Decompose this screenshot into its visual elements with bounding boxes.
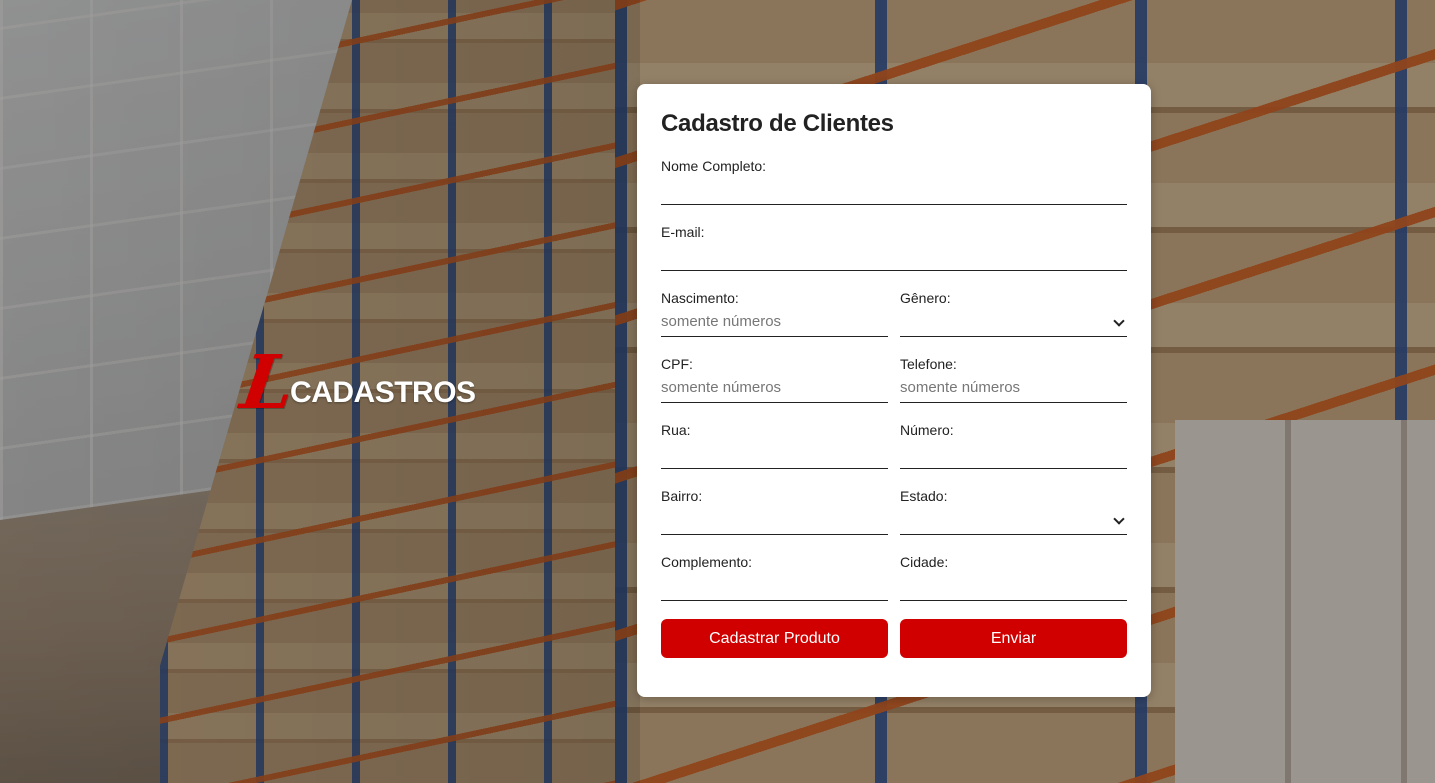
complemento-input[interactable] <box>661 571 888 600</box>
genero-select[interactable] <box>900 307 1127 337</box>
brand-logo: L CADASTROS <box>236 340 476 426</box>
bairro-label: Bairro: <box>661 488 703 504</box>
estado-label: Estado: <box>900 488 948 504</box>
form-row-nascimento-genero: Nascimento: Gênero: <box>661 289 1127 337</box>
form-row-nome: Nome Completo: <box>661 157 1127 205</box>
telefone-control <box>900 373 1127 403</box>
complemento-label: Complemento: <box>661 554 753 570</box>
field-telefone: Telefone: <box>900 355 1127 403</box>
email-input[interactable] <box>661 241 1127 270</box>
field-genero: Gênero: <box>900 289 1127 337</box>
bairro-input[interactable] <box>661 505 888 534</box>
cidade-label: Cidade: <box>900 554 949 570</box>
nascimento-input[interactable] <box>661 307 888 336</box>
cadastrar-produto-button[interactable]: Cadastrar Produto <box>661 619 888 658</box>
form-title: Cadastro de Clientes <box>661 110 894 137</box>
field-estado: Estado: <box>900 487 1127 535</box>
field-cpf: CPF: <box>661 355 888 403</box>
complemento-control <box>661 571 888 601</box>
email-control <box>661 241 1127 271</box>
nome-label: Nome Completo: <box>661 158 767 174</box>
form-row-bairro-estado: Bairro: Estado: <box>661 487 1127 535</box>
genero-label: Gênero: <box>900 290 951 306</box>
rua-control <box>661 439 888 469</box>
nascimento-label: Nascimento: <box>661 290 739 306</box>
rua-input[interactable] <box>661 439 888 468</box>
form-row-cpf-telefone: CPF: Telefone: <box>661 355 1127 403</box>
estado-select[interactable] <box>900 505 1127 535</box>
field-cidade: Cidade: <box>900 553 1127 601</box>
field-bairro: Bairro: <box>661 487 888 535</box>
rua-label: Rua: <box>661 422 691 438</box>
telefone-label: Telefone: <box>900 356 957 372</box>
numero-input[interactable] <box>900 439 1127 468</box>
client-registration-form: Nome Completo: E-mail: Nascimento: somen… <box>661 157 1127 658</box>
bairro-control <box>661 505 888 535</box>
telefone-input[interactable] <box>900 373 1127 402</box>
brand-name: CADASTROS <box>290 376 476 409</box>
form-row-rua-numero: Rua: Número: <box>661 421 1127 469</box>
field-email: E-mail: <box>661 223 1127 271</box>
field-rua: Rua: <box>661 421 888 469</box>
numero-control <box>900 439 1127 469</box>
cpf-label: CPF: <box>661 356 693 372</box>
field-numero: Número: <box>900 421 1127 469</box>
nome-control <box>661 175 1127 205</box>
numero-label: Número: <box>900 422 954 438</box>
field-nascimento: Nascimento: <box>661 289 888 337</box>
email-label: E-mail: <box>661 224 705 240</box>
cidade-input[interactable] <box>900 571 1127 600</box>
cidade-control <box>900 571 1127 601</box>
field-nome: Nome Completo: <box>661 157 1127 205</box>
field-complemento: Complemento: <box>661 553 888 601</box>
enviar-button[interactable]: Enviar <box>900 619 1127 658</box>
genero-selected-value <box>900 307 1127 336</box>
nascimento-control <box>661 307 888 337</box>
form-row-complemento-cidade: Complemento: Cidade: <box>661 553 1127 601</box>
form-row-email: E-mail: <box>661 223 1127 271</box>
cpf-control <box>661 373 888 403</box>
form-buttons: Cadastrar Produto Enviar <box>661 619 1127 658</box>
nome-input[interactable] <box>661 175 1127 204</box>
registration-card: Cadastro de Clientes Nome Completo: E-ma… <box>637 84 1151 697</box>
estado-selected-value <box>900 505 1127 534</box>
brand-logo-letter: L <box>235 340 301 426</box>
cpf-input[interactable] <box>661 373 888 402</box>
